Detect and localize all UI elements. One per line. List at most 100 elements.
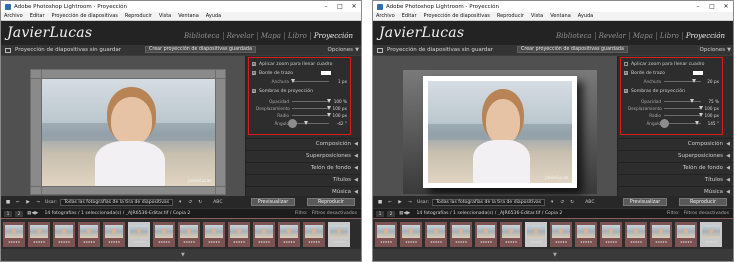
stop-icon[interactable]: ■ (5, 199, 11, 205)
offset-slider[interactable]: Desplazamiento 100 px (256, 105, 347, 111)
star-rating-icon[interactable]: ★★★★★ (233, 240, 245, 244)
menu-item[interactable]: Ayuda (578, 13, 593, 19)
preview-button[interactable]: Previsualizar (251, 198, 295, 206)
star-rating-icon[interactable]: ★★★★★ (83, 240, 95, 244)
filmstrip-thumbnail[interactable]: ★★★★★ (375, 221, 397, 247)
rotate-right-icon[interactable]: ↻ (197, 199, 203, 205)
module-tab[interactable]: Revelar (222, 32, 257, 40)
filmstrip-thumbnail[interactable]: ★★★★★ (278, 221, 300, 247)
opacity-slider[interactable]: Opacidad 75 % (628, 98, 719, 104)
opacity-slider[interactable]: Opacidad 100 % (256, 98, 347, 104)
layout-guide-line[interactable] (31, 78, 225, 79)
module-tab[interactable]: Biblioteca (181, 32, 223, 40)
module-tab[interactable]: Mapa (256, 32, 284, 40)
filmstrip-thumbnail[interactable]: ★★★★★ (600, 221, 622, 247)
star-rating-icon[interactable]: ★★★★★ (480, 240, 492, 244)
menu-item[interactable]: Ventana (178, 13, 199, 19)
slider-knob[interactable] (327, 105, 331, 110)
module-tab[interactable]: Revelar (594, 32, 629, 40)
menu-item[interactable]: Reproducir (125, 13, 152, 19)
slider-track[interactable] (292, 98, 331, 103)
next-arrow-icon[interactable]: → (35, 199, 41, 205)
slider-track[interactable] (664, 105, 703, 110)
expand-triangle-icon[interactable]: ◀ (726, 153, 730, 159)
slider-track[interactable] (292, 120, 329, 125)
panel-section-header[interactable]: Composición ◀ (246, 138, 361, 149)
menu-item[interactable]: Vista (531, 13, 543, 19)
expand-triangle-icon[interactable]: ◀ (354, 177, 358, 183)
angle-dial[interactable] (660, 119, 669, 128)
menu-item[interactable]: Archivo (376, 13, 395, 19)
window-1-indicator[interactable]: 1 (376, 210, 384, 217)
filmstrip-thumbnail[interactable]: ★★★★★ (650, 221, 672, 247)
angle-slider[interactable]: Ángulo -42 ° (256, 120, 347, 126)
rotate-left-icon[interactable]: ↺ (187, 199, 193, 205)
filmstrip-thumbnail[interactable]: ★★★★★ (28, 221, 50, 247)
filmstrip-thumbnail[interactable]: ★★★★★ (3, 221, 25, 247)
filmstrip-thumbnail[interactable]: ★★★★★ (328, 221, 350, 247)
panel-section-header[interactable]: Títulos ◀ (618, 174, 733, 185)
star-rating-icon[interactable]: ★★★★★ (380, 240, 392, 244)
star-rating-icon[interactable]: ★★★★★ (308, 240, 320, 244)
slider-knob[interactable] (691, 78, 696, 83)
menu-item[interactable]: Archivo (4, 13, 23, 19)
menu-item[interactable]: Ayuda (206, 13, 221, 19)
filmstrip-thumbnail[interactable]: ★★★★★ (700, 221, 722, 247)
play-icon[interactable]: ▶ (25, 199, 31, 205)
slider-knob[interactable] (695, 120, 700, 125)
filmstrip-thumbnail[interactable]: ★★★★★ (400, 221, 422, 247)
slider-knob[interactable] (291, 78, 296, 83)
expand-triangle-icon[interactable]: ◀ (726, 165, 730, 171)
zoom-to-fill-row[interactable]: ✓ Aplicar zoom para llenar cuadro (252, 60, 349, 68)
star-rating-icon[interactable]: ★★★★★ (430, 240, 442, 244)
create-saved-slideshow-button[interactable]: Crear proyección de diapositivas guardad… (517, 46, 628, 53)
star-rating-icon[interactable]: ★★★★★ (555, 240, 567, 244)
collapse-triangle-icon[interactable]: ▼ (355, 47, 359, 53)
star-rating-icon[interactable]: ★★★★★ (258, 240, 270, 244)
menu-item[interactable]: Reproducir (497, 13, 524, 19)
star-rating-icon[interactable]: ★★★★★ (580, 240, 592, 244)
filmstrip-thumbnail[interactable]: ★★★★★ (128, 221, 150, 247)
window-1-indicator[interactable]: 1 (4, 210, 12, 217)
star-rating-icon[interactable]: ★★★★★ (655, 240, 667, 244)
options-panel-header[interactable]: Opciones (328, 47, 353, 53)
drop-shadow-checkbox[interactable]: ✓ (252, 89, 256, 94)
filmstrip-thumbnail[interactable]: ★★★★★ (303, 221, 325, 247)
stroke-color-swatch[interactable] (693, 71, 703, 75)
stroke-width-slider[interactable]: Anchura 1 px (256, 78, 347, 84)
filter-select[interactable]: Filtros desactivados (312, 211, 357, 216)
slider-track[interactable] (292, 105, 331, 110)
select-arrow-icon[interactable]: ▾ (549, 199, 555, 205)
star-rating-icon[interactable]: ★★★★★ (183, 240, 195, 244)
drop-shadow-row[interactable]: ✓ Sombras de proyección (252, 87, 349, 95)
expand-triangle-icon[interactable]: ◀ (354, 141, 358, 147)
minimize-icon[interactable]: – (319, 1, 333, 12)
slider-value[interactable]: 145 ° (701, 121, 719, 126)
slider-track[interactable] (664, 98, 701, 103)
filmstrip-thumbnail[interactable]: ★★★★★ (450, 221, 472, 247)
star-rating-icon[interactable]: ★★★★★ (405, 240, 417, 244)
next-arrow-icon[interactable]: → (407, 199, 413, 205)
nav-forward-icon[interactable]: ▶ (407, 211, 411, 216)
window-2-indicator[interactable]: 2 (15, 210, 23, 217)
module-tab[interactable]: Libro (655, 32, 682, 40)
slider-track[interactable] (291, 78, 329, 83)
menu-item[interactable]: Editar (402, 13, 417, 19)
slider-knob[interactable] (304, 120, 309, 125)
slider-track[interactable] (664, 112, 703, 117)
star-rating-icon[interactable]: ★★★★★ (208, 240, 220, 244)
star-rating-icon[interactable]: ★★★★★ (133, 240, 145, 244)
play-icon[interactable]: ▶ (397, 199, 403, 205)
angle-dial[interactable] (288, 119, 297, 128)
filmstrip-source-path[interactable]: 14 fotografías / 1 seleccionada(s) / _AJ… (416, 211, 562, 216)
play-button[interactable]: Reproducir (307, 198, 355, 206)
layout-guide-line[interactable] (41, 70, 42, 194)
star-rating-icon[interactable]: ★★★★★ (283, 240, 295, 244)
slider-value[interactable]: 100 px (329, 113, 347, 118)
stroke-border-checkbox[interactable]: ✓ (252, 71, 256, 76)
maximize-icon[interactable]: □ (705, 1, 719, 12)
slider-value[interactable]: 100 % (329, 99, 347, 104)
panel-section-header[interactable]: Títulos ◀ (246, 174, 361, 185)
drop-shadow-checkbox[interactable]: ✓ (624, 89, 628, 94)
stroke-border-checkbox[interactable]: ✓ (624, 71, 628, 76)
